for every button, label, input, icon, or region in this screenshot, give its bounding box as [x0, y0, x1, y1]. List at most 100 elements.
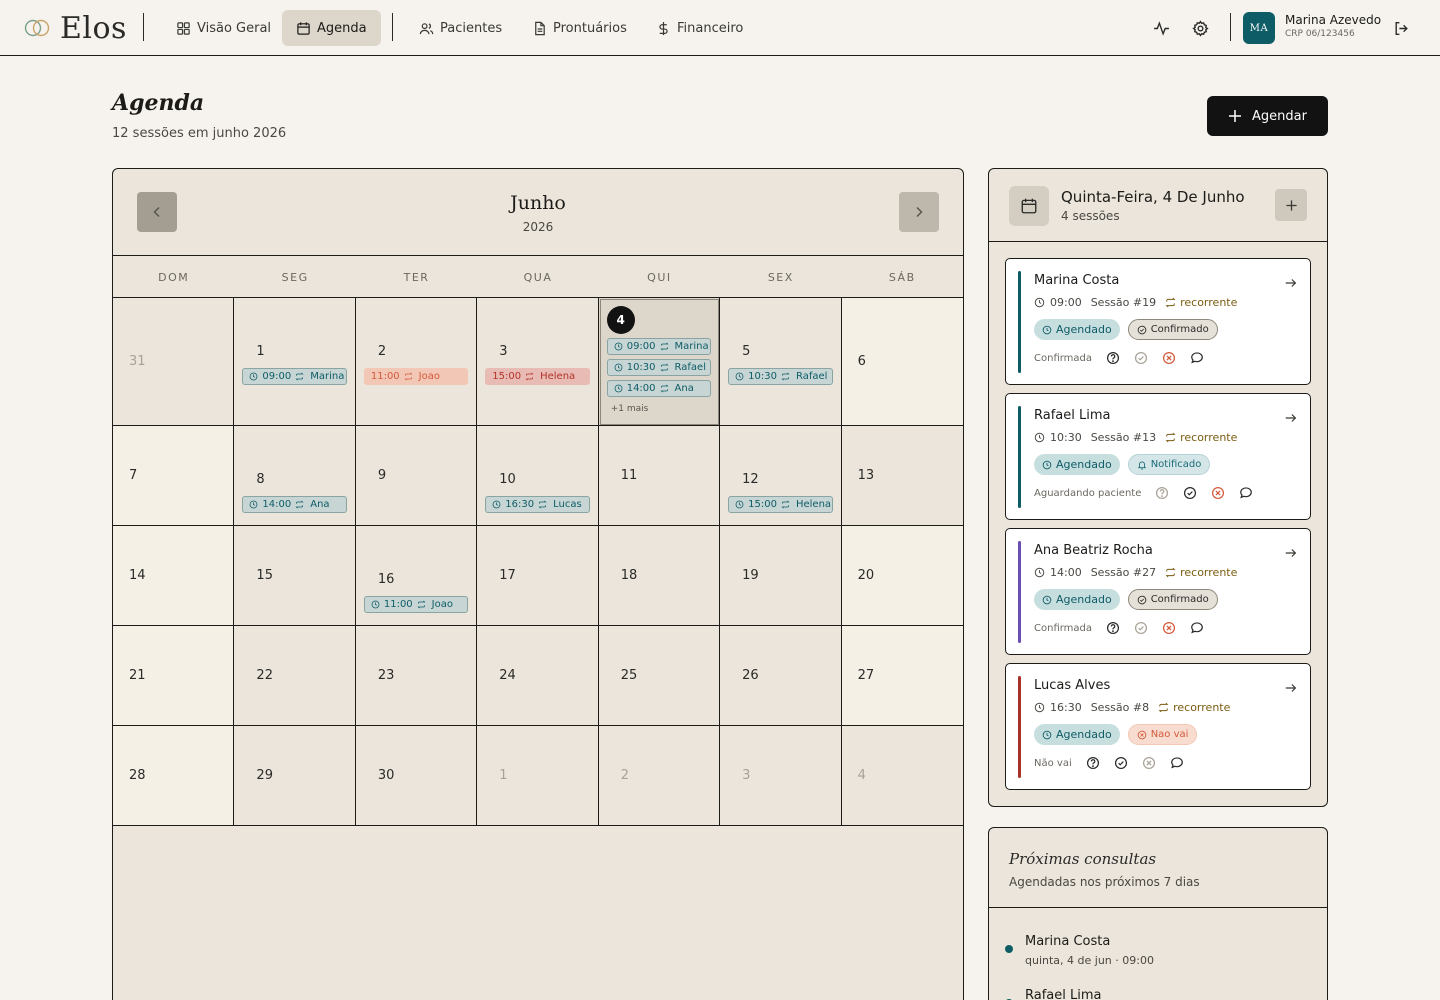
calendar-day-cell[interactable]: 25 — [598, 626, 721, 726]
event-chip[interactable]: 14:00 Ana — [242, 496, 347, 513]
session-number: Sessão #19 — [1090, 296, 1157, 309]
upcoming-item[interactable]: Rafael Limaquinta, 4 de jun · 10:30 — [1005, 984, 1305, 1000]
nav-prontuarios[interactable]: Prontuários — [518, 10, 641, 46]
calendar-day-cell[interactable]: 2 11:00 Joao — [355, 298, 478, 426]
settings-button[interactable] — [1189, 17, 1211, 39]
calendar-day-cell[interactable]: 15 — [234, 526, 356, 626]
calendar-day-cell[interactable]: 20 — [841, 526, 963, 626]
calendar-day-cell[interactable]: 18 — [598, 526, 721, 626]
open-session-button[interactable] — [1284, 680, 1298, 694]
session-patient-name: Lucas Alves — [1034, 678, 1111, 693]
mark-declined-button[interactable] — [1211, 486, 1225, 500]
mark-confirmed-button[interactable] — [1183, 486, 1197, 500]
event-chip[interactable]: 16:30 Lucas — [485, 496, 590, 513]
open-session-button[interactable] — [1284, 410, 1298, 424]
calendar-day-cell[interactable]: 4 — [841, 726, 963, 826]
mark-declined-button[interactable] — [1162, 621, 1176, 635]
calendar-day-cell[interactable]: 27 — [841, 626, 963, 726]
weekday-label: SEX — [767, 270, 794, 284]
calendar-day-cell[interactable]: 8 14:00 Ana — [234, 426, 356, 526]
event-chip[interactable]: 09:00 Marina — [606, 338, 712, 355]
event-chip[interactable]: 14:00 Ana — [606, 380, 712, 397]
mark-confirmed-button[interactable] — [1134, 351, 1148, 365]
calendar-day-cell[interactable]: 3 — [720, 726, 842, 826]
mark-unknown-button[interactable] — [1155, 486, 1169, 500]
event-chip[interactable]: 15:00 Helena — [485, 368, 590, 385]
calendar-day-cell[interactable]: 5 10:30 Rafael — [720, 298, 842, 426]
event-chip[interactable]: 09:00 Marina — [242, 368, 347, 385]
day-number: 18 — [620, 568, 638, 583]
open-session-button[interactable] — [1284, 275, 1298, 289]
mark-unknown-button[interactable] — [1106, 351, 1120, 365]
calendar-day-cell[interactable]: 29 — [234, 726, 356, 826]
calendar-day-cell[interactable]: 30 — [355, 726, 478, 826]
add-session-button[interactable] — [1275, 189, 1307, 221]
next-month-button[interactable] — [899, 192, 939, 232]
mark-declined-button[interactable] — [1162, 351, 1176, 365]
event-chip[interactable]: 15:00 Helena — [728, 496, 833, 513]
open-session-button[interactable] — [1284, 545, 1298, 559]
user-avatar[interactable]: MA — [1243, 12, 1275, 44]
session-card[interactable]: Rafael Lima 10:30 Sessão #13 recorrente Agen… — [1005, 393, 1311, 520]
event-chip[interactable]: 10:30 Rafael — [606, 359, 712, 376]
send-message-button[interactable] — [1190, 621, 1204, 635]
calendar-day-cell[interactable]: 12 15:00 Helena — [720, 426, 842, 526]
session-card[interactable]: Marina Costa 09:00 Sessão #19 recorrente Age… — [1005, 258, 1311, 385]
calendar-day-cell[interactable]: 21 — [113, 626, 235, 726]
nav-visao-geral[interactable]: Visão Geral — [162, 10, 285, 46]
logout-button[interactable] — [1390, 17, 1412, 39]
activity-button[interactable] — [1150, 17, 1172, 39]
calendar-day-cell[interactable]: 1 — [477, 726, 599, 826]
event-chip[interactable]: 11:00 Joao — [363, 596, 469, 613]
mark-unknown-button[interactable] — [1086, 756, 1100, 770]
calendar-day-cell[interactable]: 28 — [113, 726, 235, 826]
calendar-day-cell[interactable]: 24 — [477, 626, 599, 726]
x-circle-icon — [1162, 351, 1176, 365]
day-number: 28 — [129, 768, 146, 783]
calendar-day-cell[interactable]: 11 — [598, 426, 721, 526]
event-chip[interactable]: 11:00 Joao — [363, 368, 469, 385]
session-time: 16:30 — [1050, 701, 1082, 714]
weekday-label: SÁB — [888, 270, 916, 284]
calendar-day-cell[interactable]: 13 — [841, 426, 963, 526]
send-message-button[interactable] — [1170, 756, 1184, 770]
new-appointment-button[interactable]: Agendar — [1207, 96, 1328, 136]
calendar-day-cell[interactable]: 31 — [113, 298, 235, 426]
nav-agenda[interactable]: Agenda — [282, 10, 381, 46]
clock-icon — [1034, 567, 1045, 578]
calendar-day-cell[interactable]: 17 — [477, 526, 599, 626]
calendar-icon — [1021, 198, 1037, 214]
calendar-day-cell[interactable]: 26 — [720, 626, 842, 726]
mark-unknown-button[interactable] — [1106, 621, 1120, 635]
calendar-day-cell[interactable]: 14 — [113, 526, 235, 626]
upcoming-item[interactable]: Marina Costa quinta, 4 de jun · 09:00 — [1005, 930, 1305, 970]
calendar-day-cell[interactable]: 1 09:00 Marina — [234, 298, 356, 426]
mark-declined-button[interactable] — [1142, 756, 1156, 770]
calendar-day-cell[interactable]: 16 11:00 Joao — [355, 526, 478, 626]
day-panel-header: Quinta-Feira, 4 De Junho 4 sessões — [989, 169, 1327, 242]
nav-pacientes[interactable]: Pacientes — [405, 10, 516, 46]
session-card[interactable]: Lucas Alves 16:30 Sessão #8 recorrente Agend… — [1005, 663, 1311, 790]
session-actions: Não vai — [1034, 756, 1184, 770]
event-chip[interactable]: 10:30 Rafael — [728, 368, 833, 385]
check-circle-icon — [1137, 595, 1146, 604]
send-message-button[interactable] — [1239, 486, 1253, 500]
mark-confirmed-button[interactable] — [1134, 621, 1148, 635]
nav-financeiro[interactable]: Financeiro — [642, 10, 757, 46]
calendar-day-cell[interactable]: 3 15:00 Helena — [477, 298, 599, 426]
brand-logo[interactable]: Elos — [24, 10, 127, 46]
more-events-link[interactable]: +1 mais — [611, 404, 649, 414]
calendar-day-cell[interactable]: 7 — [113, 426, 235, 526]
calendar-day-cell[interactable]: 23 — [355, 626, 478, 726]
send-message-button[interactable] — [1190, 351, 1204, 365]
mark-confirmed-button[interactable] — [1114, 756, 1128, 770]
calendar-day-cell[interactable]: 10 16:30 Lucas — [477, 426, 599, 526]
calendar-day-cell[interactable]: 4 09:00 Marina 10:30 Rafael 14:00 Ana +1 mais — [598, 298, 721, 426]
calendar-day-cell[interactable]: 2 — [598, 726, 721, 826]
calendar-day-cell[interactable]: 22 — [234, 626, 356, 726]
calendar-day-cell[interactable]: 9 — [355, 426, 478, 526]
event-time: 11:00 — [370, 371, 400, 382]
calendar-day-cell[interactable]: 19 — [720, 526, 842, 626]
calendar-day-cell[interactable]: 6 — [841, 298, 963, 426]
session-card[interactable]: Ana Beatriz Rocha 14:00 Sessão #27 recorren… — [1005, 528, 1311, 655]
